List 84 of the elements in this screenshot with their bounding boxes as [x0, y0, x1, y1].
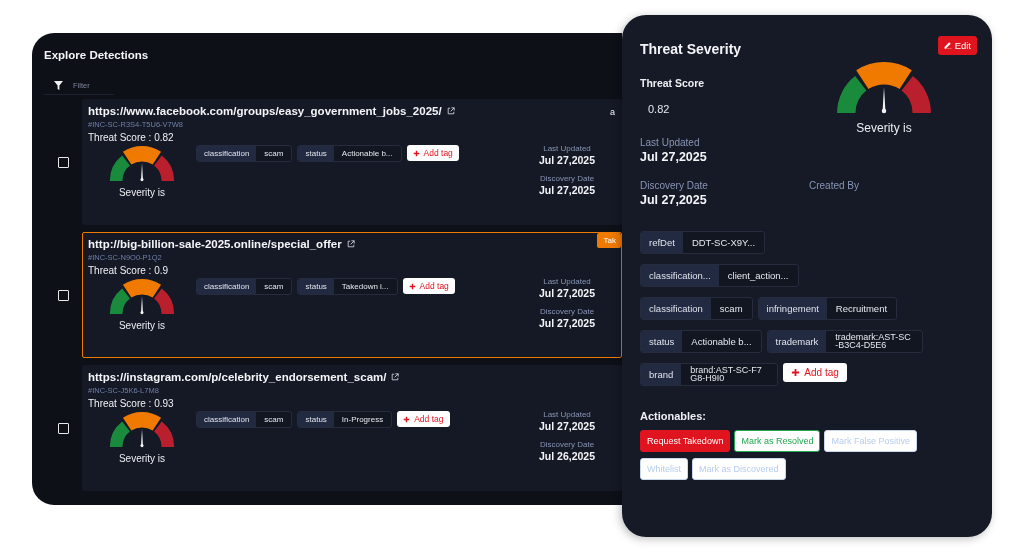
checkbox[interactable]	[57, 422, 69, 434]
detection-url[interactable]: https://instagram.com/p/celebrity_endorsement_scam/	[88, 371, 387, 383]
tag-value: DDT-SC-X9Y...	[690, 236, 757, 250]
threat-score: Threat Score : 0.9	[88, 265, 170, 276]
tag-key: status	[298, 279, 334, 294]
tag-key: classification	[197, 412, 257, 427]
external-link-icon[interactable]	[346, 240, 355, 248]
tag-value: Actionable b...	[690, 335, 753, 349]
gauge-drawing	[107, 146, 177, 183]
action-button[interactable]: Mark as Resolved	[734, 430, 821, 452]
plus-icon	[408, 282, 416, 290]
gauge-label: Severity is	[118, 320, 166, 332]
discovery-date-label: Discovery Date	[539, 307, 595, 316]
discovery-date: Jul 27,2025	[538, 317, 595, 329]
tag-value: Actionable b...	[340, 148, 394, 160]
actionables-label: Actionables:	[640, 410, 707, 422]
checkbox[interactable]	[57, 156, 69, 168]
panel-title: Explore Detections	[44, 49, 150, 61]
tag-key: status	[298, 146, 334, 161]
threat-score: 0.82	[648, 103, 671, 115]
last-updated-date: Jul 27,2025	[538, 420, 595, 432]
tag-key: brand	[641, 364, 682, 385]
tag-key: classification	[641, 298, 711, 319]
tag-key: trademark	[767, 331, 827, 352]
gauge-label: Severity is	[856, 121, 912, 136]
tag-key: status	[298, 412, 334, 427]
detection-url[interactable]: https://www.facebook.com/groups/easy_government_jobs_2025/	[88, 105, 442, 117]
add-tag-button[interactable]: Add tag	[397, 411, 450, 427]
detection-url[interactable]: http://big-billion-sale-2025.online/special_offer	[88, 238, 342, 250]
threat-score: Threat Score : 0.82	[88, 132, 175, 143]
gauge-label: Severity is	[118, 187, 166, 199]
tag-value: Recruitment	[834, 302, 889, 316]
detection-card[interactable]	[82, 232, 622, 358]
plus-icon	[791, 368, 801, 377]
cut-off-text: a	[610, 107, 615, 117]
filter-icon[interactable]	[54, 80, 63, 90]
tag-key: classification	[197, 279, 257, 294]
external-link-icon[interactable]	[391, 373, 400, 381]
gauge-drawing	[107, 412, 177, 449]
tag-key: refDet	[641, 232, 683, 253]
tag-value: Takedown i...	[340, 281, 390, 293]
tag-value: client_action...	[726, 269, 790, 283]
created-by-label: Created By	[809, 180, 861, 191]
plus-icon	[412, 149, 420, 157]
tag-key: classification...	[641, 265, 719, 286]
discovery-date: Jul 27,2025	[640, 193, 708, 207]
checkbox[interactable]	[57, 289, 69, 301]
add-tag-button[interactable]: Add tag	[402, 278, 455, 294]
last-updated-label: Last Updated	[640, 137, 701, 148]
discovery-date-label: Discovery Date	[640, 180, 709, 191]
last-updated-label: Last Updated	[543, 144, 591, 153]
tag-key: classification	[197, 146, 257, 161]
last-updated-date: Jul 27,2025	[538, 287, 595, 299]
last-updated-label: Last Updated	[543, 277, 591, 286]
tag-value: scam	[263, 148, 285, 160]
last-updated-label: Last Updated	[543, 410, 591, 419]
add-tag-button[interactable]: Add tag	[783, 363, 847, 382]
status-badge: Tak	[596, 233, 621, 248]
gauge-drawing	[107, 279, 177, 316]
threat-score-label: Threat Score	[640, 77, 706, 89]
action-button[interactable]: Request Takedown	[640, 430, 731, 452]
threat-score: Threat Score : 0.93	[88, 398, 175, 409]
discovery-date-label: Discovery Date	[539, 440, 595, 449]
add-tag-button[interactable]: Add tag	[406, 145, 459, 161]
plus-icon	[403, 415, 411, 423]
tag-key: status	[641, 331, 683, 352]
pencil-icon	[943, 41, 952, 49]
discovery-date-label: Discovery Date	[539, 174, 595, 183]
panel-title: Threat Severity	[640, 41, 742, 57]
edit-button[interactable]: Edit	[937, 35, 977, 55]
detection-card[interactable]	[82, 99, 622, 225]
discovery-date: Jul 26,2025	[538, 450, 595, 462]
tag-value: brand:AST-SC-F7G8-H9I0	[689, 364, 763, 385]
tag-value: scam	[718, 302, 744, 316]
tag-key: infringement	[758, 298, 827, 319]
tag-value: scam	[263, 414, 285, 426]
external-link-icon[interactable]	[446, 107, 455, 115]
last-updated-date: Jul 27,2025	[538, 154, 595, 166]
last-updated-date: Jul 27,2025	[640, 150, 708, 164]
discovery-date: Jul 27,2025	[538, 184, 595, 196]
tag-value: In-Progress	[340, 414, 385, 426]
tag-value: trademark:AST-SC-B3C4-D5E6	[834, 331, 912, 352]
gauge-label: Severity is	[118, 453, 166, 465]
tag-value: scam	[263, 281, 285, 293]
